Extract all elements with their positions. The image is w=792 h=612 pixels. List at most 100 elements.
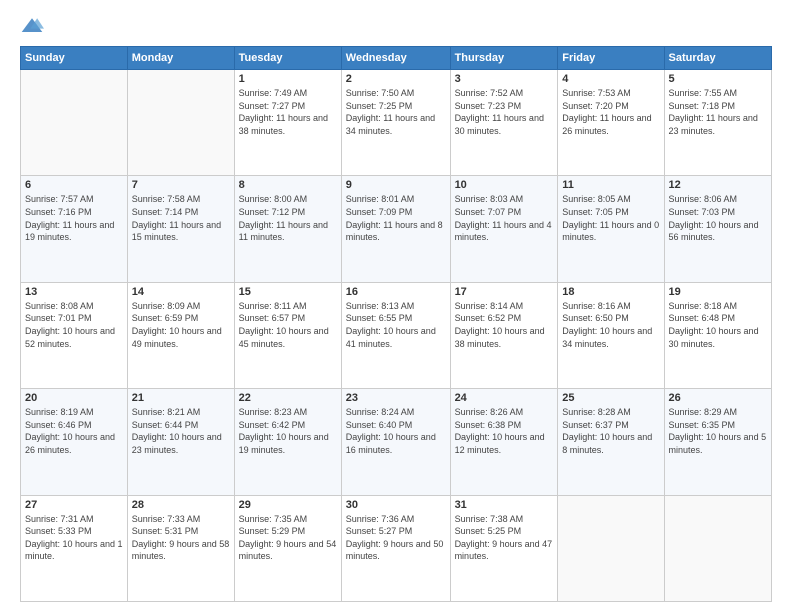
day-number: 30 bbox=[346, 499, 446, 511]
day-info: Sunrise: 7:50 AMSunset: 7:25 PMDaylight:… bbox=[346, 87, 446, 137]
day-info: Sunrise: 8:11 AMSunset: 6:57 PMDaylight:… bbox=[239, 300, 337, 350]
calendar-day-cell bbox=[664, 495, 771, 601]
day-number: 26 bbox=[669, 392, 767, 404]
page: SundayMondayTuesdayWednesdayThursdayFrid… bbox=[0, 0, 792, 612]
weekday-header: Saturday bbox=[664, 47, 771, 70]
day-info: Sunrise: 8:01 AMSunset: 7:09 PMDaylight:… bbox=[346, 193, 446, 243]
day-number: 28 bbox=[132, 499, 230, 511]
weekday-header: Sunday bbox=[21, 47, 128, 70]
day-info: Sunrise: 7:58 AMSunset: 7:14 PMDaylight:… bbox=[132, 193, 230, 243]
calendar-day-cell: 14 Sunrise: 8:09 AMSunset: 6:59 PMDayligh… bbox=[127, 282, 234, 388]
calendar-day-cell: 21 Sunrise: 8:21 AMSunset: 6:44 PMDayligh… bbox=[127, 389, 234, 495]
logo-icon bbox=[20, 16, 44, 36]
calendar-day-cell bbox=[558, 495, 664, 601]
calendar-day-cell: 17Sunrise: 8:14 AMSunset: 6:52 PMDayligh… bbox=[450, 282, 558, 388]
calendar-day-cell: 18 Sunrise: 8:16 AMSunset: 6:50 PMDayligh… bbox=[558, 282, 664, 388]
calendar-day-cell: 23 Sunrise: 8:24 AMSunset: 6:40 PMDayligh… bbox=[341, 389, 450, 495]
day-number: 13 bbox=[25, 286, 123, 298]
calendar-day-cell: 10 Sunrise: 8:03 AMSunset: 7:07 PMDayligh… bbox=[450, 176, 558, 282]
day-info: Sunrise: 8:28 AMSunset: 6:37 PMDaylight:… bbox=[562, 406, 659, 456]
day-info: Sunrise: 8:18 AMSunset: 6:48 PMDaylight:… bbox=[669, 300, 767, 350]
calendar-day-cell: 24Sunrise: 8:26 AMSunset: 6:38 PMDayligh… bbox=[450, 389, 558, 495]
calendar-day-cell: 19 Sunrise: 8:18 AMSunset: 6:48 PMDayligh… bbox=[664, 282, 771, 388]
day-number: 10 bbox=[455, 179, 554, 191]
calendar-week-row: 20 Sunrise: 8:19 AMSunset: 6:46 PMDayligh… bbox=[21, 389, 772, 495]
calendar-day-cell: 1 Sunrise: 7:49 AMSunset: 7:27 PMDaylight… bbox=[234, 70, 341, 176]
calendar-day-cell: 26Sunrise: 8:29 AMSunset: 6:35 PMDayligh… bbox=[664, 389, 771, 495]
day-number: 3 bbox=[455, 73, 554, 85]
day-number: 27 bbox=[25, 499, 123, 511]
weekday-header: Friday bbox=[558, 47, 664, 70]
day-number: 19 bbox=[669, 286, 767, 298]
calendar-day-cell: 22Sunrise: 8:23 AMSunset: 6:42 PMDayligh… bbox=[234, 389, 341, 495]
calendar-day-cell: 3Sunrise: 7:52 AMSunset: 7:23 PMDaylight… bbox=[450, 70, 558, 176]
day-number: 5 bbox=[669, 73, 767, 85]
day-number: 24 bbox=[455, 392, 554, 404]
day-info: Sunrise: 8:08 AMSunset: 7:01 PMDaylight:… bbox=[25, 300, 123, 350]
day-number: 8 bbox=[239, 179, 337, 191]
day-info: Sunrise: 7:35 AMSunset: 5:29 PMDaylight:… bbox=[239, 513, 337, 563]
day-info: Sunrise: 8:24 AMSunset: 6:40 PMDaylight:… bbox=[346, 406, 446, 456]
calendar-week-row: 6 Sunrise: 7:57 AMSunset: 7:16 PMDaylight… bbox=[21, 176, 772, 282]
day-info: Sunrise: 8:09 AMSunset: 6:59 PMDaylight:… bbox=[132, 300, 230, 350]
calendar-day-cell: 4 Sunrise: 7:53 AMSunset: 7:20 PMDaylight… bbox=[558, 70, 664, 176]
day-number: 9 bbox=[346, 179, 446, 191]
weekday-header: Thursday bbox=[450, 47, 558, 70]
day-number: 4 bbox=[562, 73, 659, 85]
calendar-day-cell: 15Sunrise: 8:11 AMSunset: 6:57 PMDayligh… bbox=[234, 282, 341, 388]
day-number: 11 bbox=[562, 179, 659, 191]
calendar-day-cell: 7 Sunrise: 7:58 AMSunset: 7:14 PMDaylight… bbox=[127, 176, 234, 282]
calendar-day-cell: 20 Sunrise: 8:19 AMSunset: 6:46 PMDayligh… bbox=[21, 389, 128, 495]
calendar-day-cell: 5 Sunrise: 7:55 AMSunset: 7:18 PMDaylight… bbox=[664, 70, 771, 176]
day-info: Sunrise: 7:36 AMSunset: 5:27 PMDaylight:… bbox=[346, 513, 446, 563]
calendar-week-row: 1 Sunrise: 7:49 AMSunset: 7:27 PMDaylight… bbox=[21, 70, 772, 176]
day-info: Sunrise: 8:16 AMSunset: 6:50 PMDaylight:… bbox=[562, 300, 659, 350]
day-number: 29 bbox=[239, 499, 337, 511]
day-number: 18 bbox=[562, 286, 659, 298]
day-info: Sunrise: 7:55 AMSunset: 7:18 PMDaylight:… bbox=[669, 87, 767, 137]
calendar-header-row: SundayMondayTuesdayWednesdayThursdayFrid… bbox=[21, 47, 772, 70]
day-number: 23 bbox=[346, 392, 446, 404]
day-number: 21 bbox=[132, 392, 230, 404]
calendar-week-row: 13 Sunrise: 8:08 AMSunset: 7:01 PMDayligh… bbox=[21, 282, 772, 388]
calendar-week-row: 27 Sunrise: 7:31 AMSunset: 5:33 PMDayligh… bbox=[21, 495, 772, 601]
day-info: Sunrise: 8:14 AMSunset: 6:52 PMDaylight:… bbox=[455, 300, 554, 350]
day-info: Sunrise: 8:05 AMSunset: 7:05 PMDaylight:… bbox=[562, 193, 659, 243]
day-info: Sunrise: 7:49 AMSunset: 7:27 PMDaylight:… bbox=[239, 87, 337, 137]
day-info: Sunrise: 8:06 AMSunset: 7:03 PMDaylight:… bbox=[669, 193, 767, 243]
day-info: Sunrise: 7:33 AMSunset: 5:31 PMDaylight:… bbox=[132, 513, 230, 563]
day-info: Sunrise: 8:00 AMSunset: 7:12 PMDaylight:… bbox=[239, 193, 337, 243]
day-number: 20 bbox=[25, 392, 123, 404]
calendar-day-cell: 9 Sunrise: 8:01 AMSunset: 7:09 PMDaylight… bbox=[341, 176, 450, 282]
day-info: Sunrise: 7:38 AMSunset: 5:25 PMDaylight:… bbox=[455, 513, 554, 563]
calendar-day-cell: 12 Sunrise: 8:06 AMSunset: 7:03 PMDayligh… bbox=[664, 176, 771, 282]
calendar-day-cell: 31Sunrise: 7:38 AMSunset: 5:25 PMDayligh… bbox=[450, 495, 558, 601]
day-number: 2 bbox=[346, 73, 446, 85]
calendar-day-cell: 25Sunrise: 8:28 AMSunset: 6:37 PMDayligh… bbox=[558, 389, 664, 495]
day-info: Sunrise: 8:21 AMSunset: 6:44 PMDaylight:… bbox=[132, 406, 230, 456]
day-info: Sunrise: 7:57 AMSunset: 7:16 PMDaylight:… bbox=[25, 193, 123, 243]
calendar-day-cell: 11 Sunrise: 8:05 AMSunset: 7:05 PMDayligh… bbox=[558, 176, 664, 282]
calendar-day-cell bbox=[127, 70, 234, 176]
calendar-day-cell: 28 Sunrise: 7:33 AMSunset: 5:31 PMDayligh… bbox=[127, 495, 234, 601]
calendar-day-cell: 16 Sunrise: 8:13 AMSunset: 6:55 PMDayligh… bbox=[341, 282, 450, 388]
day-info: Sunrise: 7:31 AMSunset: 5:33 PMDaylight:… bbox=[25, 513, 123, 563]
day-number: 6 bbox=[25, 179, 123, 191]
weekday-header: Monday bbox=[127, 47, 234, 70]
day-number: 1 bbox=[239, 73, 337, 85]
day-number: 7 bbox=[132, 179, 230, 191]
day-info: Sunrise: 8:23 AMSunset: 6:42 PMDaylight:… bbox=[239, 406, 337, 456]
calendar-day-cell: 6 Sunrise: 7:57 AMSunset: 7:16 PMDaylight… bbox=[21, 176, 128, 282]
calendar-day-cell: 27 Sunrise: 7:31 AMSunset: 5:33 PMDayligh… bbox=[21, 495, 128, 601]
day-info: Sunrise: 7:53 AMSunset: 7:20 PMDaylight:… bbox=[562, 87, 659, 137]
calendar-day-cell: 2 Sunrise: 7:50 AMSunset: 7:25 PMDaylight… bbox=[341, 70, 450, 176]
day-info: Sunrise: 8:19 AMSunset: 6:46 PMDaylight:… bbox=[25, 406, 123, 456]
day-number: 12 bbox=[669, 179, 767, 191]
day-info: Sunrise: 8:03 AMSunset: 7:07 PMDaylight:… bbox=[455, 193, 554, 243]
day-number: 16 bbox=[346, 286, 446, 298]
day-number: 14 bbox=[132, 286, 230, 298]
header bbox=[20, 16, 772, 36]
day-info: Sunrise: 8:13 AMSunset: 6:55 PMDaylight:… bbox=[346, 300, 446, 350]
calendar-day-cell: 8 Sunrise: 8:00 AMSunset: 7:12 PMDaylight… bbox=[234, 176, 341, 282]
calendar-day-cell bbox=[21, 70, 128, 176]
